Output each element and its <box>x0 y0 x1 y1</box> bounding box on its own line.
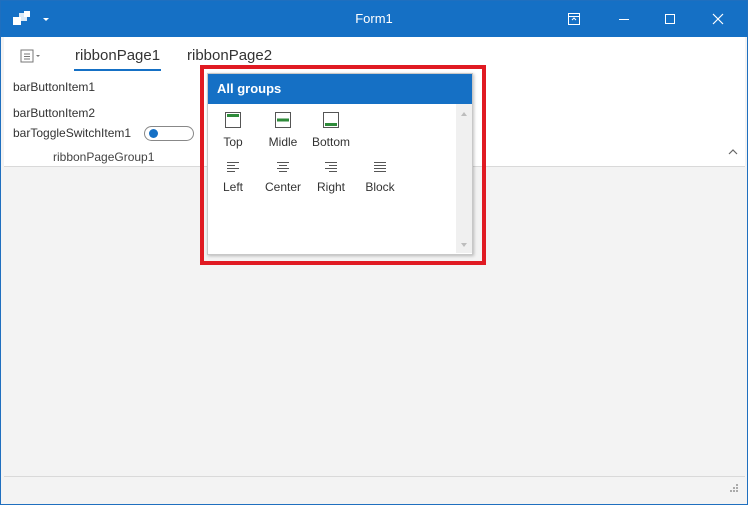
gallery-item-label: Center <box>264 180 302 194</box>
gallery-item-center[interactable]: Center <box>259 160 307 204</box>
gallery-dropdown: All groups Top Midle Bottom Left Center … <box>207 73 473 255</box>
gallery-item-middle[interactable]: Midle <box>259 111 307 155</box>
gallery-item-label: Left <box>222 180 243 194</box>
text-align-left-icon <box>227 162 239 172</box>
toggle-knob <box>149 129 158 138</box>
scroll-up-icon[interactable] <box>459 108 469 118</box>
close-icon <box>712 13 724 25</box>
title-bar: Form1 <box>1 1 747 37</box>
align-top-icon <box>225 112 241 128</box>
gallery-item-label: Midle <box>268 135 298 149</box>
text-align-center-icon <box>277 162 289 172</box>
collapse-ribbon-button[interactable] <box>726 145 740 159</box>
gallery-item-left[interactable]: Left <box>209 160 257 204</box>
tab-ribbon-page-1[interactable]: ribbonPage1 <box>74 45 162 71</box>
minimize-icon <box>619 19 629 20</box>
toggle-switch-label[interactable]: barToggleSwitchItem1 <box>13 126 131 140</box>
gallery-item-block[interactable]: Block <box>356 160 404 204</box>
gallery-item-label: Block <box>365 180 395 194</box>
gallery-item-bottom[interactable]: Bottom <box>307 111 355 155</box>
text-align-right-icon <box>325 162 337 172</box>
bar-button-item-1[interactable]: barButtonItem1 <box>13 80 95 94</box>
gallery-item-label: Bottom <box>311 135 350 149</box>
close-button[interactable] <box>695 1 741 37</box>
scroll-down-icon[interactable] <box>459 239 469 249</box>
gallery-item-right[interactable]: Right <box>307 160 355 204</box>
align-middle-icon <box>275 112 291 128</box>
status-divider <box>4 476 745 477</box>
maximize-icon <box>665 14 675 24</box>
gallery-scrollbar[interactable] <box>456 104 472 253</box>
bar-button-item-2[interactable]: barButtonItem2 <box>13 106 95 120</box>
text-justify-icon <box>374 162 386 172</box>
ribbon-group-caption: ribbonPageGroup1 <box>53 150 155 164</box>
ribbon-display-icon <box>568 13 580 25</box>
gallery-item-label: Top <box>223 135 243 149</box>
gallery-item-label: Right <box>316 180 345 194</box>
minimize-button[interactable] <box>601 1 647 37</box>
align-bottom-icon <box>323 112 339 128</box>
application-menu-button[interactable] <box>18 47 48 65</box>
gallery-group-header: All groups <box>208 74 472 104</box>
chevron-up-icon <box>728 149 738 155</box>
toggle-switch[interactable] <box>144 126 194 141</box>
gallery-item-top[interactable]: Top <box>209 111 257 155</box>
maximize-button[interactable] <box>647 1 693 37</box>
ribbon-display-options-button[interactable] <box>551 1 597 37</box>
application-menu-icon <box>20 49 40 63</box>
size-grip-icon[interactable] <box>727 483 739 495</box>
